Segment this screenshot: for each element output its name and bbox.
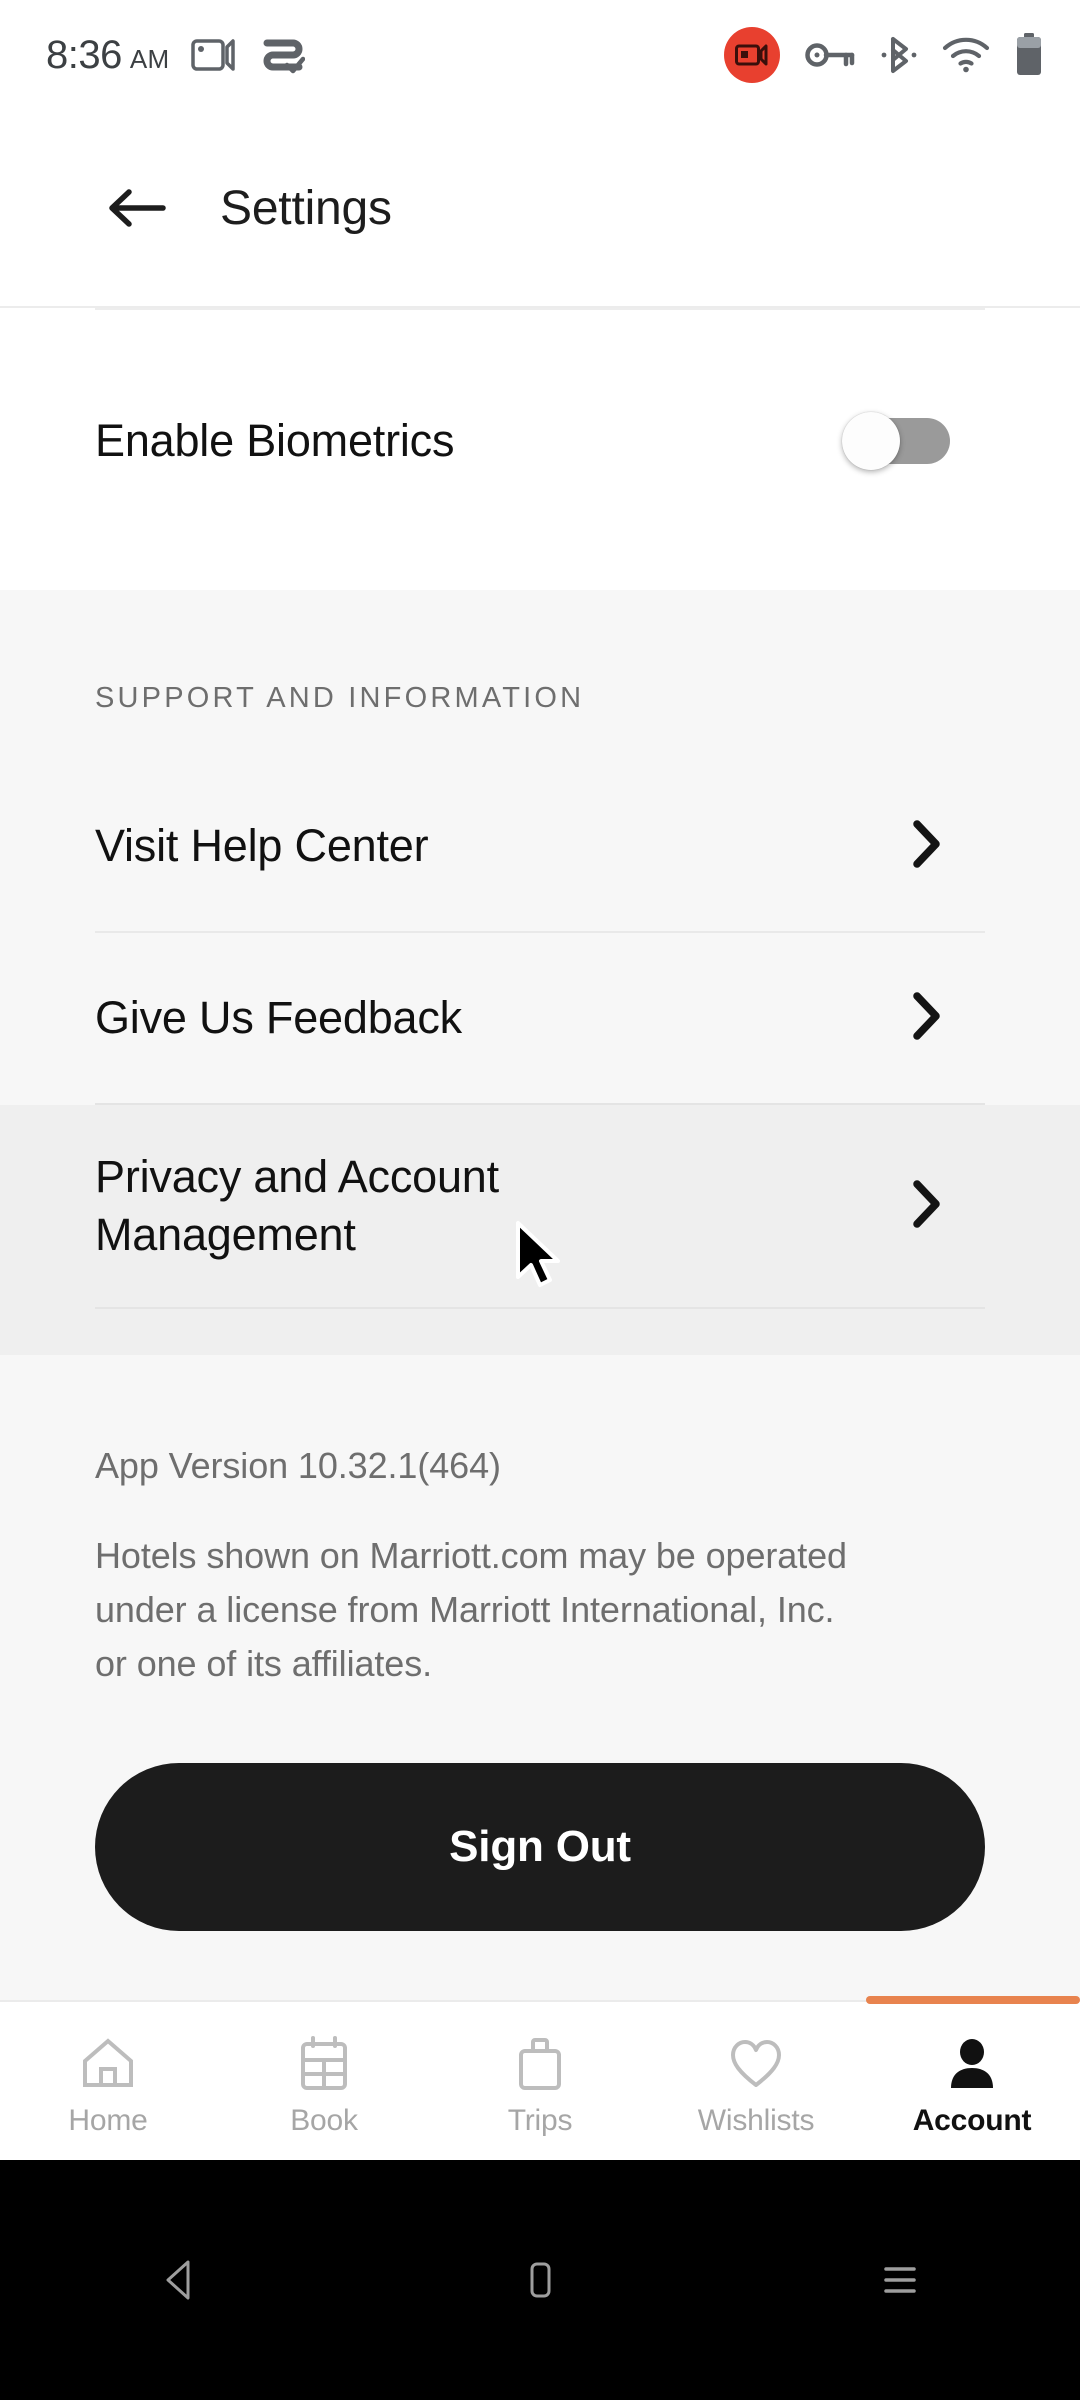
suitcase-icon [511, 2030, 569, 2092]
settings-scroll-content[interactable]: Enable Biometrics SUPPORT AND INFORMATIO… [0, 308, 1080, 2080]
tab-label: Book [290, 2104, 358, 2137]
row-visit-help-center[interactable]: Visit Help Center [0, 761, 1080, 931]
vpn-key-icon [804, 38, 856, 72]
android-home-button[interactable] [465, 2205, 615, 2355]
status-bar: 8:36 AM [0, 0, 1080, 110]
sign-out-button[interactable]: Sign Out [95, 1763, 985, 1931]
tab-home[interactable]: Home [0, 2002, 216, 2160]
tab-label: Wishlists [697, 2104, 815, 2137]
tab-label: Account [912, 2104, 1032, 2137]
android-back-button[interactable] [105, 2205, 255, 2355]
back-button[interactable] [98, 169, 176, 247]
tab-trips[interactable]: Trips [432, 2002, 648, 2160]
status-bar-left: 8:36 AM [46, 33, 306, 78]
status-bar-right [724, 27, 1044, 83]
row-give-us-feedback[interactable]: Give Us Feedback [0, 933, 1080, 1103]
status-meridiem: AM [129, 43, 170, 74]
toggle-knob [842, 412, 900, 470]
active-tab-indicator [866, 1996, 1080, 2004]
back-triangle-icon [166, 2260, 190, 2300]
screen-cast-icon [191, 37, 237, 73]
app-header: Settings [0, 110, 1080, 308]
divider [95, 1307, 985, 1309]
home-square-icon [530, 2262, 551, 2298]
bottom-tab-bar: Home Book Trips Wishlists Account [0, 1996, 1080, 2160]
android-recents-button[interactable] [825, 2205, 975, 2355]
sign-out-wrapper: Sign Out [95, 1691, 985, 2051]
person-icon [943, 2030, 1001, 2092]
wifi-icon [942, 36, 990, 74]
data-saver-check-icon [259, 35, 306, 75]
android-navigation-bar [0, 2160, 1080, 2400]
row-label: Give Us Feedback [95, 991, 462, 1043]
chevron-right-icon [910, 1178, 944, 1235]
tab-label: Home [68, 2104, 148, 2137]
phone-screen: 8:36 AM Settings Enable Biometrics SUPPO… [0, 0, 1080, 2400]
row-enable-biometrics[interactable]: Enable Biometrics [0, 352, 1080, 530]
pressed-row-tail [0, 1307, 1080, 1355]
battery-icon [1014, 33, 1044, 77]
row-label: Privacy and Account Management [95, 1150, 499, 1261]
biometrics-toggle[interactable] [842, 412, 950, 470]
support-list: Visit Help Center Give Us Feedback Priva… [0, 761, 1080, 1355]
tab-book[interactable]: Book [216, 2002, 432, 2160]
screen-recording-badge-icon [724, 27, 780, 83]
app-version-text: App Version 10.32.1(464) [95, 1445, 501, 1486]
footer-section: App Version 10.32.1(464) Hotels shown on… [0, 1355, 1080, 2051]
recents-menu-icon [884, 2267, 916, 2293]
biometrics-label: Enable Biometrics [95, 415, 455, 466]
back-arrow-icon [109, 189, 166, 227]
divider [95, 308, 985, 310]
legal-disclaimer-text: Hotels shown on Marriott.com may be oper… [95, 1535, 847, 1684]
row-label: Visit Help Center [95, 819, 429, 871]
row-privacy-and-account-management[interactable]: Privacy and Account Management [0, 1105, 1080, 1307]
status-clock: 8:36 AM [46, 33, 169, 78]
tab-wishlists[interactable]: Wishlists [648, 2002, 864, 2160]
calendar-icon [295, 2030, 353, 2092]
home-icon [79, 2030, 137, 2092]
support-section: SUPPORT AND INFORMATION Visit Help Cente… [0, 590, 1080, 1355]
chevron-right-icon [910, 818, 944, 875]
status-time: 8:36 [46, 32, 122, 77]
page-title: Settings [220, 181, 392, 235]
support-section-heading: SUPPORT AND INFORMATION [95, 682, 585, 714]
bluetooth-icon [880, 34, 918, 76]
chevron-right-icon [910, 990, 944, 1047]
tab-account[interactable]: Account [864, 1996, 1080, 2160]
heart-icon [727, 2030, 785, 2092]
tab-label: Trips [507, 2104, 573, 2137]
security-section: Enable Biometrics [0, 308, 1080, 590]
